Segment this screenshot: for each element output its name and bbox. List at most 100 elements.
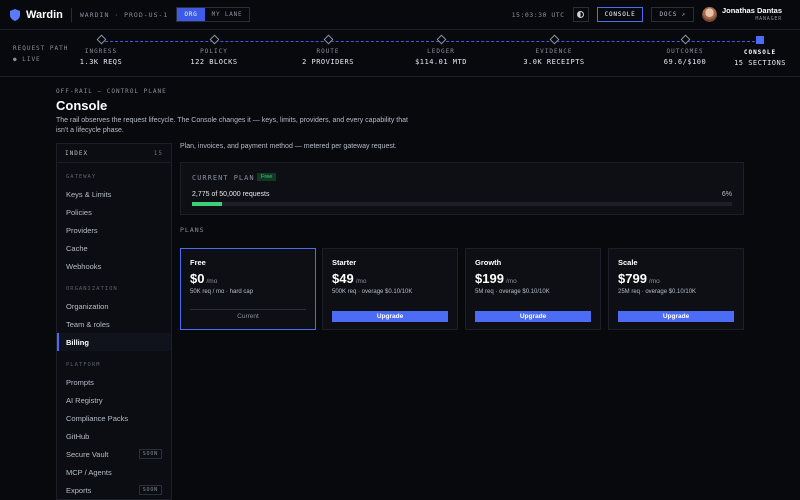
sidebar-item-compliance-packs[interactable]: Compliance Packs — [57, 409, 171, 427]
plan-price-period: /mo — [206, 278, 218, 285]
live-indicator: ● LIVE — [13, 56, 41, 63]
sidebar-item-label: Keys & Limits — [66, 189, 112, 199]
avatar — [701, 7, 717, 22]
user-role: MANAGER — [755, 16, 782, 23]
stage-value: 3.0K RECEIPTS — [523, 58, 585, 66]
index-header: INDEX 15 — [57, 144, 171, 163]
user-menu[interactable]: Jonathas Dantas MANAGER — [701, 5, 782, 23]
stage-name: INGRESS — [84, 48, 118, 55]
soon-badge: SOON — [138, 449, 162, 459]
utc-clock: 15:03:30 UTC — [511, 10, 565, 19]
sidebar-item-cache[interactable]: Cache — [57, 239, 171, 257]
plan-price: $49/mo — [332, 271, 367, 286]
sidebar-item-ai-registry[interactable]: AI Registry — [57, 391, 171, 409]
sidebar-item-label: MCP / Agents — [66, 467, 112, 477]
rail-stage-ledger[interactable]: LEDGER $114.01 MTD — [386, 34, 496, 66]
plan-price: $0/mo — [190, 271, 217, 286]
rail-stage-evidence[interactable]: EVIDENCE 3.0K RECEIPTS — [499, 34, 609, 66]
stage-value: 2 PROVIDERS — [302, 58, 354, 66]
plan-price-amount: $49 — [332, 271, 354, 286]
upgrade-button[interactable]: Upgrade — [332, 311, 448, 322]
billing-description: Plan, invoices, and payment method — met… — [180, 143, 397, 150]
sidebar-item-team-roles[interactable]: Team & roles — [57, 315, 171, 333]
plan-price-amount: $0 — [190, 271, 205, 286]
sidebar-item-github[interactable]: GitHub — [57, 427, 171, 445]
plan-detail: 5M req · overage $0.10/10K — [475, 289, 550, 295]
sidebar-item-label: GitHub — [66, 431, 90, 441]
sidebar-item-label: Providers — [66, 225, 98, 235]
sidebar-item-billing[interactable]: Billing — [57, 333, 171, 351]
sidebar-item-providers[interactable]: Providers — [57, 221, 171, 239]
shield-logo-icon — [10, 8, 20, 21]
sidebar-item-webhooks[interactable]: Webhooks — [57, 257, 171, 275]
brand-logo[interactable]: Wardin — [10, 8, 63, 21]
request-path-rail: REQUEST PATH ● LIVE INGRESS 1.3K REQS POLI… — [0, 30, 800, 77]
sidebar-item-prompts[interactable]: Prompts — [57, 373, 171, 391]
rail-stage-route[interactable]: ROUTE 2 PROVIDERS — [273, 34, 383, 66]
plan-name: Growth — [475, 258, 502, 267]
stage-node-icon — [549, 34, 559, 45]
console-index-sidebar: INDEX 15 GATEWAY Keys & Limits Policies Pro… — [56, 143, 172, 500]
stage-node-icon — [96, 34, 106, 45]
stage-value: $114.01 MTD — [415, 58, 467, 66]
sidebar-item-policies[interactable]: Policies — [57, 203, 171, 221]
sidebar-item-label: Billing — [66, 337, 89, 347]
rail-stage-console[interactable]: CONSOLE 15 SECTIONS — [705, 36, 800, 67]
usage-progress-bar — [192, 202, 732, 206]
console-button[interactable]: CONSOLE — [596, 7, 644, 22]
soon-badge: SOON — [138, 485, 162, 495]
current-plan-card: CURRENT PLAN Free 2,775 of 50,000 reques… — [180, 162, 744, 215]
index-count: 15 — [153, 149, 163, 157]
sidebar-item-label: Compliance Packs — [66, 413, 129, 423]
stage-name: EVIDENCE — [535, 48, 573, 55]
sidebar-item-mcp-agents[interactable]: MCP / Agents — [57, 463, 171, 481]
docs-link[interactable]: DOCS ↗ — [651, 7, 694, 22]
scope-toggle: ORG MY LANE — [176, 7, 251, 22]
sidebar-item-keys-limits[interactable]: Keys & Limits — [57, 185, 171, 203]
stage-value: 122 BLOCKS — [190, 58, 238, 66]
contrast-icon — [577, 11, 585, 18]
upgrade-button[interactable]: Upgrade — [618, 311, 734, 322]
sidebar-item-label: Cache — [66, 243, 88, 253]
usage-text: 2,775 of 50,000 requests — [192, 191, 270, 198]
sidebar-item-label: Organization — [66, 301, 109, 311]
page-title: Console — [56, 98, 108, 113]
stage-name: LEDGER — [427, 48, 455, 55]
nav-group-platform: PLATFORM — [66, 362, 101, 368]
stage-node-icon — [756, 36, 764, 44]
sidebar-item-label: Team & roles — [66, 319, 110, 329]
stage-node-icon — [209, 34, 219, 45]
usage-progress-fill — [192, 202, 222, 206]
top-bar: Wardin WARDIN · PROD-US-1 ORG MY LANE 15… — [0, 0, 800, 30]
plan-price-period: /mo — [648, 278, 660, 285]
sidebar-item-secure-vault[interactable]: Secure Vault SOON — [57, 445, 171, 463]
stage-name: POLICY — [200, 48, 228, 55]
brand-name: Wardin — [26, 8, 63, 21]
upgrade-button[interactable]: Upgrade — [475, 311, 591, 322]
stage-name: ROUTE — [316, 48, 340, 55]
plan-card-scale: Scale $799/mo 25M req · overage $0.10/10K U… — [608, 248, 744, 330]
stage-value: 15 SECTIONS — [734, 59, 786, 67]
plan-card-growth: Growth $199/mo 5M req · overage $0.10/10K U… — [465, 248, 601, 330]
scope-tab-my-lane[interactable]: MY LANE — [205, 8, 250, 21]
plans-label: PLANS — [180, 226, 205, 234]
nav-group-organization: ORGANIZATION — [66, 286, 118, 292]
sidebar-item-organization[interactable]: Organization — [57, 297, 171, 315]
plan-card-starter: Starter $49/mo 500K req · overage $0.10/10… — [322, 248, 458, 330]
sidebar-item-exports[interactable]: Exports SOON — [57, 481, 171, 499]
sidebar-item-label: Secure Vault — [66, 449, 109, 459]
user-name: Jonathas Dantas — [721, 5, 782, 15]
usage-percent: 6% — [721, 191, 732, 198]
theme-toggle-button[interactable] — [572, 7, 589, 22]
scope-tab-org[interactable]: ORG — [177, 8, 205, 21]
sidebar-item-label: Webhooks — [66, 261, 102, 271]
rail-stage-policy[interactable]: POLICY 122 BLOCKS — [159, 34, 269, 66]
stage-name: CONSOLE — [743, 49, 777, 56]
sidebar-item-label: AI Registry — [66, 395, 103, 405]
rail-stage-ingress[interactable]: INGRESS 1.3K REQS — [46, 34, 156, 66]
sidebar-item-label: Exports — [66, 485, 92, 495]
current-plan-label: CURRENT PLAN — [192, 174, 255, 182]
plan-price: $799/mo — [618, 271, 660, 286]
plan-name: Starter — [332, 258, 357, 267]
plan-price-period: /mo — [505, 278, 517, 285]
